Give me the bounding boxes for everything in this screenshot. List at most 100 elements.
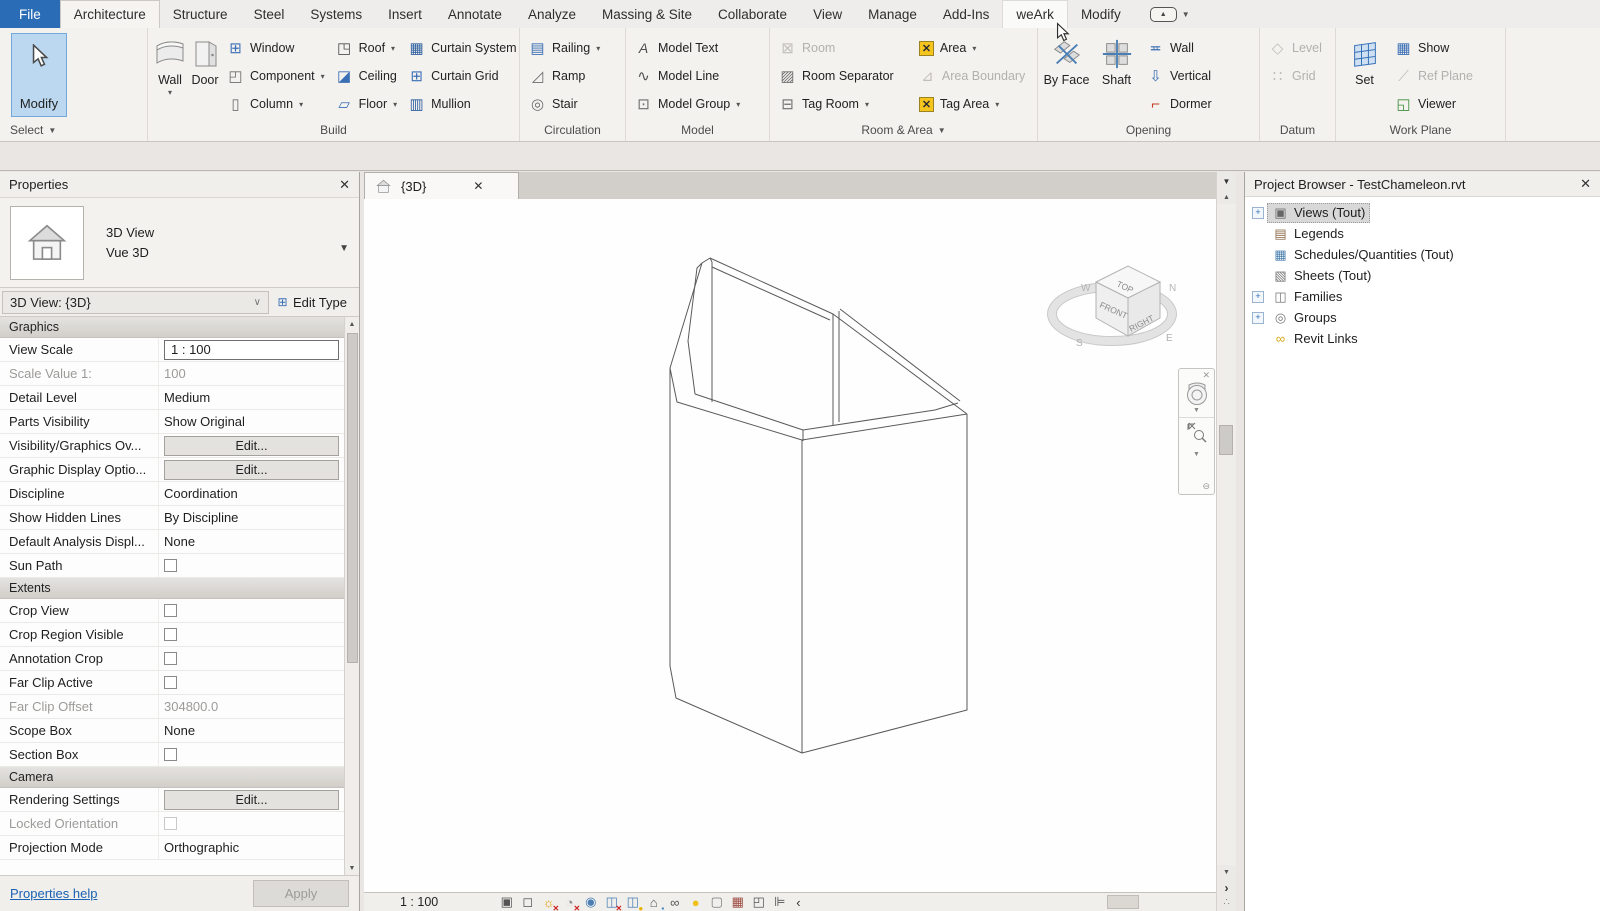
model-text-button[interactable]: A Model Text [631,34,744,62]
compass-east-label[interactable]: E [1166,333,1173,344]
ribbon-tab[interactable]: Massing & Site [589,0,705,28]
ribbon-tab[interactable]: Structure [160,0,241,28]
expand-icon[interactable]: + [1252,290,1264,303]
roof-button[interactable]: ◳ Roof ▾ [332,34,402,62]
property-value[interactable]: 1 : 100 1 : 100 1 : 100 [158,338,344,361]
compass-west-label[interactable]: W [1081,283,1091,294]
property-value[interactable] [59,317,344,337]
scroll-up-icon[interactable]: ▲ [1223,190,1230,204]
checkbox[interactable] [164,652,177,665]
area-boundary-button[interactable]: ⊿ Area Boundary [915,62,1032,90]
property-value[interactable] [158,554,344,577]
visual-style-icon[interactable]: ◻ [517,894,538,911]
close-icon[interactable]: ✕ [1580,176,1591,192]
viewcube[interactable]: W N S E TOP FRONT RIGHT [1024,254,1200,384]
room-button[interactable]: ⊠ Room [775,34,912,62]
edit-button[interactable]: Edit... [164,459,339,480]
by-face-button[interactable]: By Face [1043,33,1090,119]
ref-plane-button[interactable]: ⟋ Ref Plane [1391,62,1495,90]
tree-item[interactable]: + ▦ Schedules/Quantities (Tout) [1245,244,1600,265]
checkbox[interactable] [164,559,177,572]
scrollbar-thumb[interactable] [346,333,358,663]
checkbox[interactable] [164,676,177,689]
resize-grip-icon[interactable]: ∴ [1223,897,1229,911]
view-tab-3d[interactable]: {3D} ✕ [364,172,519,199]
tree-item[interactable]: + ◎ Groups [1245,307,1600,328]
ribbon-tab[interactable]: Systems [297,0,375,28]
properties-help-link[interactable]: Properties help [10,886,97,901]
tree-item[interactable]: + ▤ Legends [1245,223,1600,244]
view-scale-button[interactable]: 1 : 100 [400,895,438,909]
railing-button[interactable]: ▤ Railing ▾ [525,34,604,62]
sun-path-icon[interactable]: ☼ ✕ [538,894,559,911]
ribbon-tab[interactable]: View [800,0,855,28]
wireframe-model[interactable] [654,245,994,805]
viewer-button[interactable]: ◱ Viewer [1391,90,1495,118]
ribbon-tab[interactable]: Architecture [59,0,160,28]
property-value[interactable] [158,812,344,835]
property-value[interactable]: Edit... Edit... Edit... [158,434,344,457]
shaft-button[interactable]: Shaft [1093,33,1140,119]
set-button[interactable]: Set [1341,33,1388,119]
chevron-down-icon[interactable]: ▼ [339,243,349,254]
floor-button[interactable]: ▱ Floor ▾ [332,90,402,118]
compass-north-label[interactable]: N [1169,283,1176,294]
chevron-down-icon[interactable]: ▼ [1193,451,1200,458]
analytical-model-icon[interactable]: ▦ [727,894,748,911]
horizontal-scrollbar-thumb[interactable] [1107,895,1139,909]
mullion-button[interactable]: ▥ Mullion [404,90,520,118]
tree-item[interactable]: + ▧ Sheets (Tout) [1245,265,1600,286]
tree-item[interactable]: + ▣ Views (Tout) [1245,202,1600,223]
model-group-button[interactable]: ⊡ Model Group ▾ [631,90,744,118]
curtain-grid-button[interactable]: ⊞ Curtain Grid [404,62,520,90]
property-value[interactable]: None None None [158,530,344,553]
property-value[interactable] [158,671,344,694]
tree-item[interactable]: + ◫ Families [1245,286,1600,307]
edit-button[interactable]: Edit... [164,789,339,810]
edit-type-button[interactable]: ⊞ Edit Type [269,294,359,311]
ribbon-tab[interactable]: Analyze [515,0,589,28]
property-value[interactable]: None None None [158,719,344,742]
tag-area-button[interactable]: ✕ Tag Area ▾ [915,90,1032,118]
checkbox[interactable] [164,817,177,830]
level-button[interactable]: ◇ Level [1265,34,1326,62]
expand-icon[interactable]: + [1252,311,1264,324]
scrollbar-thumb[interactable] [1219,425,1233,455]
chevron-down-icon[interactable]: ▼ [1182,10,1190,19]
checkbox[interactable] [164,628,177,641]
checkbox[interactable] [164,604,177,617]
edit-button[interactable]: Edit... [164,435,339,456]
property-value[interactable] [158,647,344,670]
property-value[interactable] [53,767,344,787]
rendering-dialog-icon[interactable]: ◉ [580,894,601,911]
property-value[interactable] [158,743,344,766]
ceiling-button[interactable]: ◪ Ceiling [332,62,402,90]
ribbon-tab[interactable]: Annotate [435,0,515,28]
ribbon-tab[interactable]: Insert [375,0,435,28]
type-selector[interactable]: 3D View: {3D} ∨ [2,290,269,314]
wall-button[interactable]: Wall ▾ [153,33,187,119]
crop-region-icon[interactable]: ◫ ● [622,894,644,911]
scroll-up-icon[interactable]: ▲ [349,317,356,331]
column-button[interactable]: ▯ Column ▾ [223,90,329,118]
shadows-icon[interactable]: ◔ ✕ [559,894,580,911]
chevron-down-icon[interactable]: ▼ [1193,407,1200,414]
type-preview[interactable]: 3D View Vue 3D ▼ [0,198,359,288]
property-value[interactable]: Show Original Show Original Show Origina… [158,410,344,433]
ribbon-panel-toggle-icon[interactable]: ▲ [1149,6,1177,22]
scroll-right-icon[interactable]: › [1225,879,1229,897]
close-view-icon[interactable]: ✕ [473,179,483,193]
property-value[interactable] [51,578,344,598]
value-input[interactable]: 1 : 100 [164,339,339,360]
property-value[interactable]: Medium Medium Medium [158,386,344,409]
ramp-button[interactable]: ◿ Ramp [525,62,604,90]
ribbon-collapse-control[interactable]: ▲ ▼ [1149,0,1190,28]
panel-label-room-area[interactable]: Room & Area ▼ [770,119,1037,141]
crop-view-icon[interactable]: ◫ ✕ [601,894,623,911]
properties-scrollbar[interactable]: ▲ ▼ [344,317,359,875]
compass-south-label[interactable]: S [1076,338,1083,349]
show-work-plane-button[interactable]: ▦ Show [1391,34,1495,62]
tag-room-button[interactable]: ⊟ Tag Room ▾ [775,90,912,118]
ribbon-tab[interactable]: Collaborate [705,0,800,28]
apply-button[interactable]: Apply [253,880,349,907]
